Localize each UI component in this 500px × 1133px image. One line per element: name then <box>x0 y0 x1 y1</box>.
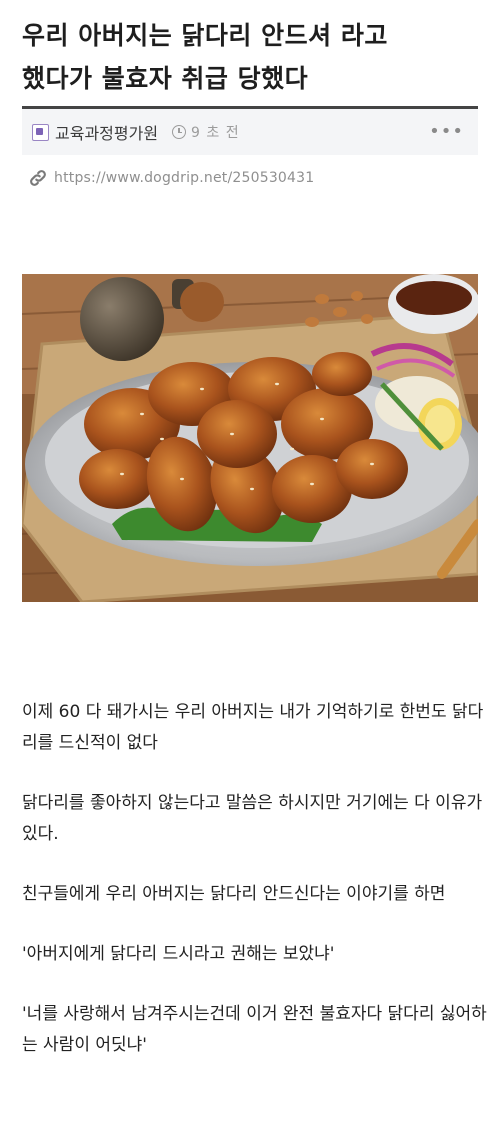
post-title-line-1: 우리 아버지는 닭다리 안드셔 라고 <box>22 21 388 50</box>
post-title: 우리 아버지는 닭다리 안드셔 라고 했다가 불효자 취급 당했다 <box>22 14 482 100</box>
post-title-line-2: 했다가 불효자 취급 당했다 <box>22 64 309 93</box>
link-icon <box>30 170 46 186</box>
post-body: 이제 60 다 돼가시는 우리 아버지는 내가 기억하기로 한번도 닭다리를 드… <box>22 697 492 1090</box>
body-paragraph-1: 이제 60 다 돼가시는 우리 아버지는 내가 기억하기로 한번도 닭다리를 드… <box>22 702 484 753</box>
clock-icon <box>172 125 187 139</box>
board-name-link[interactable]: 교육과정평가원 <box>55 120 158 144</box>
body-paragraph-3: 친구들에게 우리 아버지는 닭다리 안드신다는 이야기를 하면 <box>22 884 446 904</box>
post-meta-bar: 교육과정평가원 9 초 전 ••• <box>22 109 478 155</box>
board-icon <box>32 123 49 141</box>
post-time: 9 초 전 <box>191 125 240 141</box>
body-paragraph-5: '너를 사랑해서 남겨주시는건데 이거 완전 불효자다 닭다리 싫어하는 사람이… <box>22 1004 487 1055</box>
source-url[interactable]: https://www.dogdrip.net/250530431 <box>54 170 314 186</box>
source-link[interactable]: https://www.dogdrip.net/250530431 <box>28 168 314 188</box>
body-paragraph-2: 닭다리를 좋아하지 않는다고 말씀은 하시지만 거기에는 다 이유가 있다. <box>22 793 483 844</box>
more-icon[interactable]: ••• <box>429 123 464 141</box>
body-paragraph-4: '아버지에게 닭다리 드시라고 권해는 보았냐' <box>22 944 335 964</box>
chicken-photo <box>22 274 478 602</box>
